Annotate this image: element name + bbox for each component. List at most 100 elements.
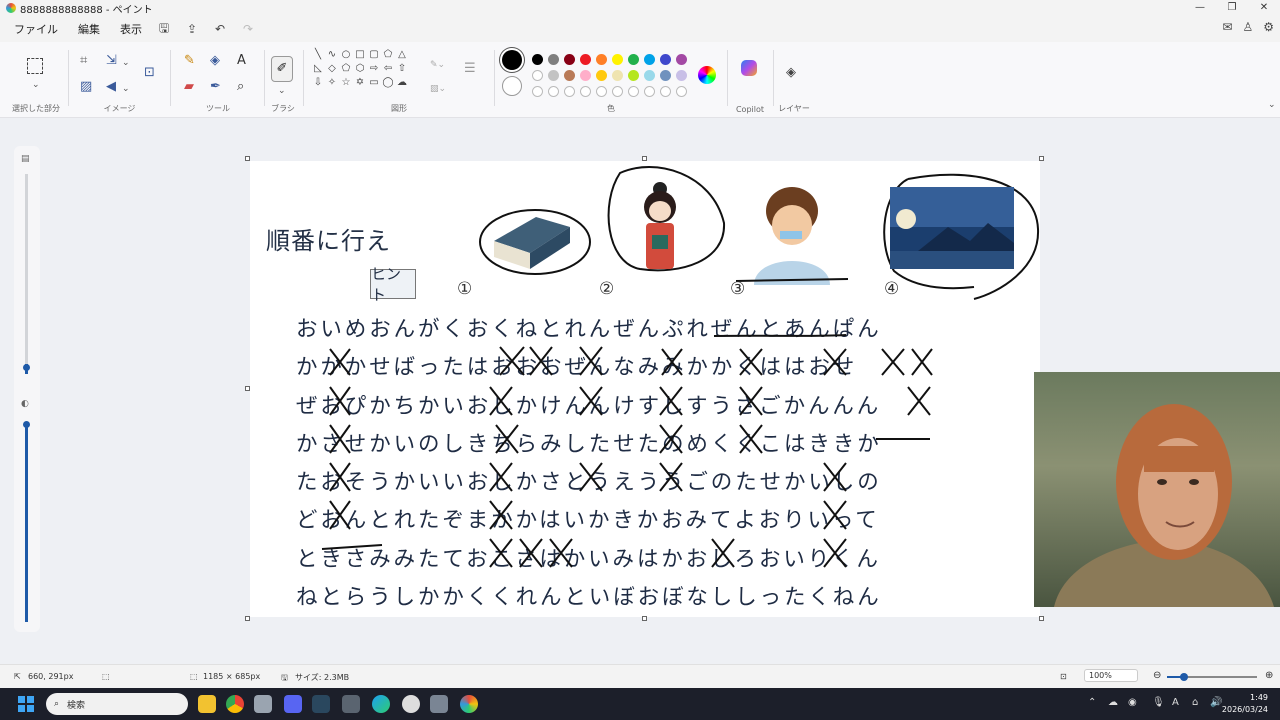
menu-edit[interactable]: 編集 [78, 21, 100, 37]
network-icon[interactable]: ⌂ [1192, 697, 1198, 708]
zoom-in-icon[interactable]: ⊕ [1265, 670, 1273, 681]
drawing-canvas[interactable]: 順番に行え ヒント ① ② ③ ④ おいめおんがくおくねとれんぜんぷれぜんとあん… [250, 161, 1040, 617]
secondary-color-swatch[interactable] [502, 76, 522, 96]
chevron-down-icon[interactable]: ⌄ [278, 84, 286, 98]
custom-color-slot[interactable] [660, 86, 671, 97]
resize-handle-top-center[interactable] [642, 156, 647, 161]
rotate-icon[interactable]: ◀ [106, 80, 116, 94]
resize-handle-bottom-center[interactable] [642, 616, 647, 621]
fill-icon[interactable]: ◈ [210, 54, 220, 68]
brush-size-knob[interactable] [23, 364, 30, 371]
image-creator-icon[interactable]: ⊡ [144, 66, 155, 80]
color-swatch[interactable] [548, 54, 559, 65]
chevron-down-icon[interactable]: ⌄ [32, 78, 40, 92]
color-swatch[interactable] [532, 70, 543, 81]
color-picker-icon[interactable]: ✒ [210, 80, 221, 94]
resize-handle-middle-left[interactable] [245, 386, 250, 391]
custom-color-slot[interactable] [548, 86, 559, 97]
fit-to-window-icon[interactable]: ⊡ [1060, 672, 1067, 681]
color-swatch[interactable] [628, 54, 639, 65]
chevron-down-icon[interactable]: ⌄ [122, 82, 130, 96]
layers-icon[interactable]: ◈ [786, 66, 796, 80]
custom-color-slot[interactable] [580, 86, 591, 97]
crop-icon[interactable]: ⌗ [80, 54, 87, 68]
opacity-knob[interactable] [23, 421, 30, 428]
color-swatch[interactable] [564, 70, 575, 81]
color-swatch[interactable] [596, 70, 607, 81]
tray-expand-icon[interactable]: ⌃ [1088, 697, 1096, 708]
custom-color-slot[interactable] [612, 86, 623, 97]
security-tray-icon[interactable]: ◉ [1128, 697, 1137, 708]
resize-handle-bottom-left[interactable] [245, 616, 250, 621]
fill-style-icon[interactable]: ▧⌄ [430, 82, 446, 96]
collapse-ribbon-icon[interactable]: ⌄ [1268, 98, 1276, 112]
custom-color-slot[interactable] [532, 86, 543, 97]
file-explorer-icon[interactable] [198, 695, 216, 713]
minimize-button[interactable]: — [1184, 0, 1216, 16]
color-swatch[interactable] [532, 54, 543, 65]
zoom-slider-knob[interactable] [1180, 673, 1188, 681]
color-swatch[interactable] [644, 70, 655, 81]
custom-color-slot[interactable] [564, 86, 575, 97]
save-icon[interactable]: 🖫 [152, 19, 176, 40]
camera-app-icon[interactable] [430, 695, 448, 713]
capture-app-icon[interactable] [342, 695, 360, 713]
color-swatch[interactable] [596, 54, 607, 65]
edge-icon[interactable] [372, 695, 390, 713]
settings-icon[interactable]: ⚙ [1263, 20, 1274, 34]
resize-handle-top-right[interactable] [1039, 156, 1044, 161]
share-icon[interactable]: ⇪ [180, 22, 204, 36]
chrome-icon[interactable] [226, 695, 244, 713]
discord-icon[interactable] [284, 695, 302, 713]
custom-color-slot[interactable] [644, 86, 655, 97]
color-swatch[interactable] [580, 70, 591, 81]
color-swatch[interactable] [628, 70, 639, 81]
restore-button[interactable]: ❐ [1216, 0, 1248, 16]
text-icon[interactable]: A [237, 54, 246, 68]
close-button[interactable]: ✕ [1248, 0, 1280, 16]
resize-handle-bottom-right[interactable] [1039, 616, 1044, 621]
undo-icon[interactable]: ↶ [208, 22, 232, 36]
menu-file[interactable]: ファイル [14, 21, 58, 37]
taskbar-search[interactable]: ⌕ 検索 [46, 693, 188, 715]
remove-background-icon[interactable]: ▨ [80, 80, 92, 94]
volume-icon[interactable]: 🔊 [1210, 697, 1222, 708]
eraser-icon[interactable]: ▰ [184, 80, 194, 94]
color-swatch[interactable] [676, 54, 687, 65]
ime-icon[interactable]: A [1172, 697, 1179, 708]
chevron-down-icon[interactable]: ⌄ [122, 56, 130, 70]
color-swatch[interactable] [660, 70, 671, 81]
paint-taskbar-icon[interactable] [460, 695, 478, 713]
shape-size-icon[interactable]: ☰ [464, 62, 476, 76]
pencil-icon[interactable]: ✎ [184, 54, 195, 68]
magnifier-icon[interactable]: ⌕ [237, 80, 244, 94]
color-swatch[interactable] [580, 54, 591, 65]
select-tool-icon[interactable] [27, 58, 43, 74]
resize-icon[interactable]: ⇲ [106, 54, 117, 68]
color-swatch[interactable] [612, 54, 623, 65]
account-icon[interactable]: ♙ [1242, 20, 1253, 34]
color-swatch[interactable] [676, 70, 687, 81]
custom-color-slot[interactable] [676, 86, 687, 97]
custom-color-slot[interactable] [596, 86, 607, 97]
windows-start-icon[interactable] [18, 696, 34, 712]
copilot-icon[interactable] [741, 60, 757, 76]
menu-view[interactable]: 表示 [120, 21, 142, 37]
resize-handle-top-left[interactable] [245, 156, 250, 161]
brush-size-track[interactable] [25, 174, 28, 364]
custom-color-slot[interactable] [628, 86, 639, 97]
microphone-icon[interactable]: 🎙 [1152, 697, 1165, 708]
onedrive-icon[interactable]: ☁ [1108, 697, 1118, 708]
color-swatch[interactable] [644, 54, 655, 65]
color-swatch[interactable] [564, 54, 575, 65]
color-swatch[interactable] [660, 54, 671, 65]
system-clock[interactable]: 1:49 2026/03/24 [1222, 692, 1268, 716]
primary-color-swatch[interactable] [502, 50, 522, 70]
shield-app-icon[interactable] [254, 695, 272, 713]
zoom-out-icon[interactable]: ⊖ [1153, 670, 1161, 681]
redo-icon[interactable]: ↷ [236, 22, 260, 36]
edit-colors-icon[interactable] [698, 66, 716, 84]
steam-icon[interactable] [312, 695, 330, 713]
outline-icon[interactable]: ✎⌄ [430, 58, 445, 72]
opacity-track[interactable] [25, 424, 28, 622]
